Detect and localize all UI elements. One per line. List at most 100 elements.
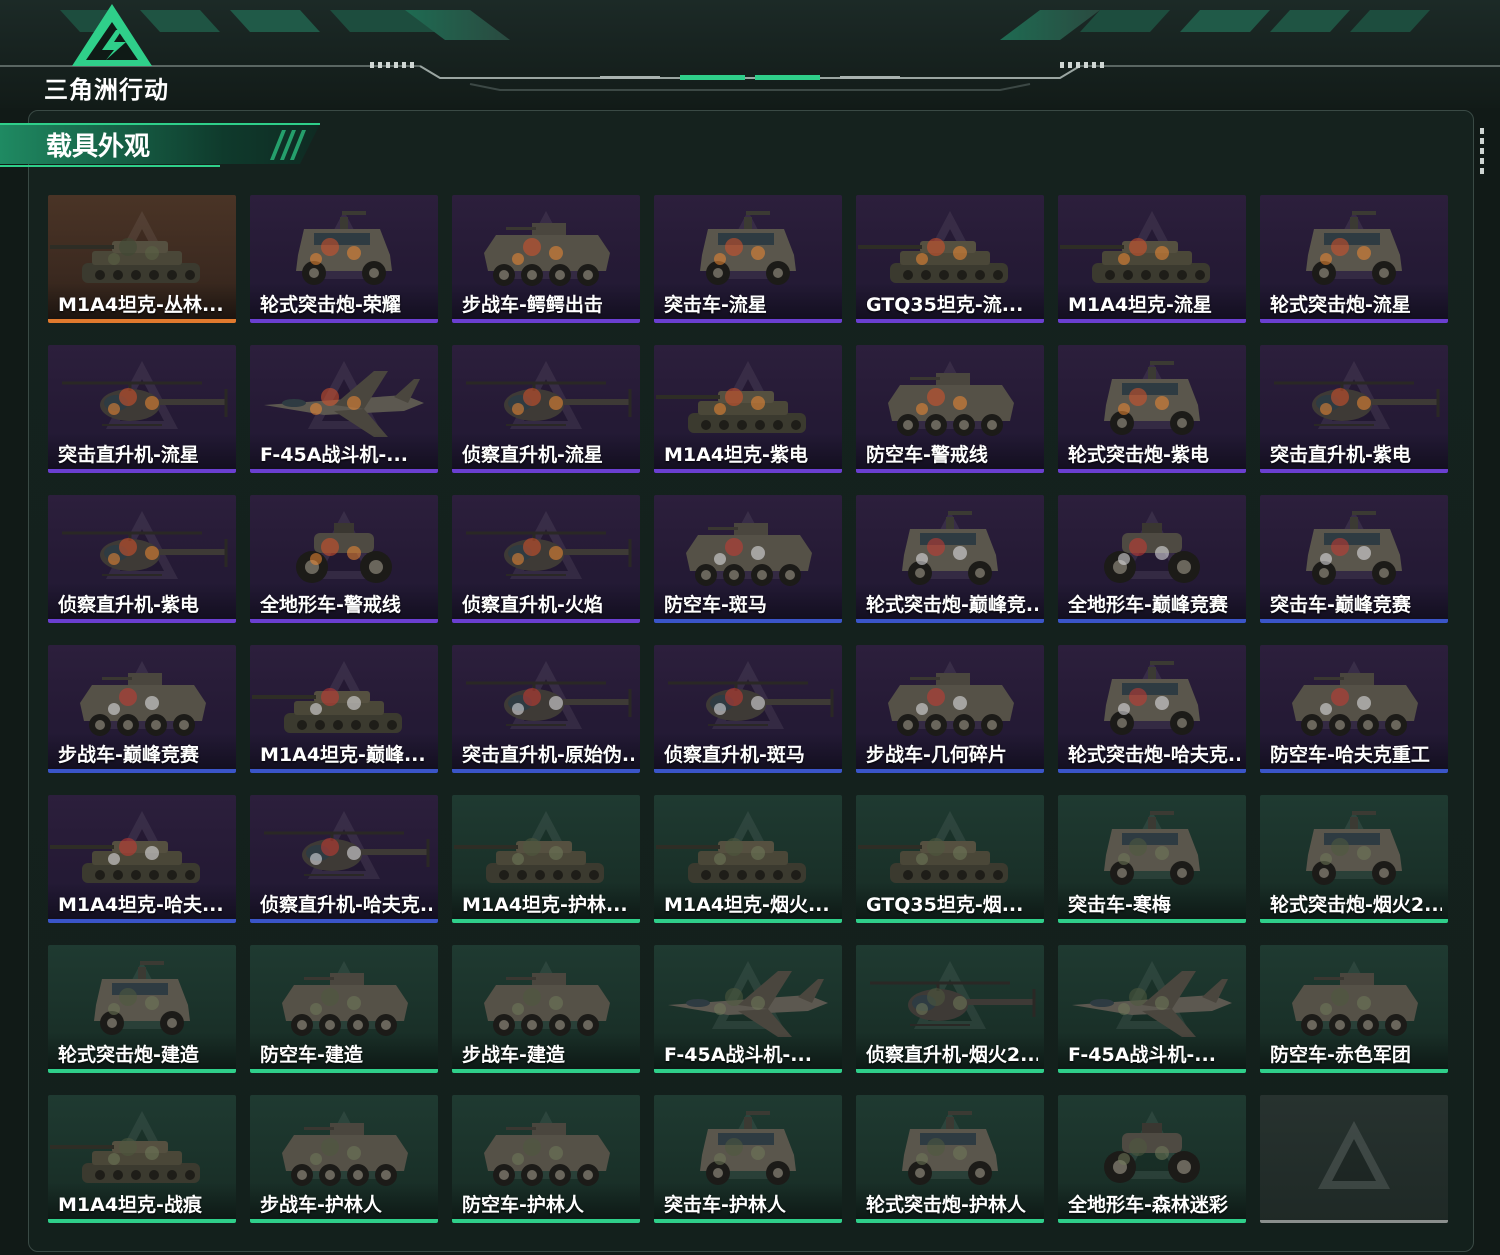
skin-card[interactable]: 步战车-鳄鳄出击: [452, 195, 640, 323]
skin-card[interactable]: 突击直升机-紫电: [1260, 345, 1448, 473]
skin-card-empty[interactable]: [1260, 1095, 1448, 1223]
rarity-bar: [48, 919, 236, 923]
skin-card[interactable]: 突击车-护林人: [654, 1095, 842, 1223]
skin-card[interactable]: 突击车-流星: [654, 195, 842, 323]
skin-card[interactable]: 突击直升机-流星: [48, 345, 236, 473]
rarity-bar: [1260, 319, 1448, 323]
skin-card-label: 步战车-巅峰竞赛: [58, 744, 199, 766]
rarity-bar: [856, 619, 1044, 623]
skin-card[interactable]: 全地形车-警戒线: [250, 495, 438, 623]
skin-card[interactable]: M1A4坦克-紫电: [654, 345, 842, 473]
skin-card[interactable]: M1A4坦克-丛林...: [48, 195, 236, 323]
rarity-bar: [452, 469, 640, 473]
skin-card-label: 全地形车-森林迷彩: [1068, 1194, 1228, 1216]
watermark-logo-icon: [1318, 1121, 1390, 1189]
skin-card-label: 步战车-建造: [462, 1044, 565, 1066]
skin-card[interactable]: 侦察直升机-斑马: [654, 645, 842, 773]
rarity-bar: [48, 769, 236, 773]
skin-card[interactable]: M1A4坦克-巅峰...: [250, 645, 438, 773]
skin-card[interactable]: 步战车-建造: [452, 945, 640, 1073]
skin-card-label: 侦察直升机-哈夫克...: [260, 894, 432, 916]
skin-card[interactable]: F-45A战斗机-...: [1058, 945, 1246, 1073]
skin-card-label: 步战车-护林人: [260, 1194, 382, 1216]
rarity-bar: [250, 619, 438, 623]
skin-card[interactable]: GTQ35坦克-流...: [856, 195, 1044, 323]
skin-card[interactable]: 防空车-护林人: [452, 1095, 640, 1223]
skin-card[interactable]: 防空车-赤色军团: [1260, 945, 1448, 1073]
skin-card[interactable]: 侦察直升机-火焰: [452, 495, 640, 623]
skin-card[interactable]: 突击车-巅峰竞赛: [1260, 495, 1448, 623]
skin-card-label: M1A4坦克-战痕: [58, 1194, 202, 1216]
skin-card[interactable]: 侦察直升机-哈夫克...: [250, 795, 438, 923]
rarity-bar: [1260, 1069, 1448, 1073]
skin-card-label: F-45A战斗机-...: [1068, 1044, 1216, 1066]
skin-card-label: 防空车-哈夫克重工: [1270, 744, 1430, 766]
skin-card[interactable]: 突击直升机-原始伪...: [452, 645, 640, 773]
rarity-bar: [856, 769, 1044, 773]
skin-card-label: 防空车-警戒线: [866, 444, 988, 466]
skin-card-label: 全地形车-警戒线: [260, 594, 401, 616]
skin-card[interactable]: 防空车-哈夫克重工: [1260, 645, 1448, 773]
rarity-bar: [48, 469, 236, 473]
skin-card[interactable]: F-45A战斗机-...: [654, 945, 842, 1073]
rarity-bar: [452, 919, 640, 923]
skin-card-label: 侦察直升机-紫电: [58, 594, 199, 616]
skin-card-label: F-45A战斗机-...: [260, 444, 408, 466]
skin-card[interactable]: F-45A战斗机-...: [250, 345, 438, 473]
skin-card[interactable]: 轮式突击炮-护林人: [856, 1095, 1044, 1223]
scroll-indicator[interactable]: [1480, 128, 1484, 178]
skin-card[interactable]: 步战车-护林人: [250, 1095, 438, 1223]
skin-card[interactable]: M1A4坦克-烟火...: [654, 795, 842, 923]
rarity-bar: [1260, 769, 1448, 773]
rarity-bar: [856, 919, 1044, 923]
skin-card[interactable]: 步战车-几何碎片: [856, 645, 1044, 773]
top-header: 三角洲行动: [0, 0, 1500, 108]
rarity-bar: [654, 469, 842, 473]
section-title: 载具外观: [46, 132, 151, 162]
skin-card[interactable]: M1A4坦克-护林...: [452, 795, 640, 923]
skin-card-label: M1A4坦克-护林...: [462, 894, 628, 916]
skin-card[interactable]: 防空车-警戒线: [856, 345, 1044, 473]
skin-card[interactable]: 步战车-巅峰竞赛: [48, 645, 236, 773]
rarity-bar: [654, 619, 842, 623]
skin-card[interactable]: 轮式突击炮-荣耀: [250, 195, 438, 323]
skin-card-label: GTQ35坦克-烟...: [866, 894, 1024, 916]
skin-card-label: 轮式突击炮-荣耀: [260, 294, 401, 316]
skin-card[interactable]: 轮式突击炮-流星: [1260, 195, 1448, 323]
skin-card[interactable]: 侦察直升机-烟火2...: [856, 945, 1044, 1073]
skin-card[interactable]: 防空车-建造: [250, 945, 438, 1073]
skin-card[interactable]: 突击车-寒梅: [1058, 795, 1246, 923]
rarity-bar: [452, 1219, 640, 1223]
skin-card-label: 步战车-鳄鳄出击: [462, 294, 603, 316]
skin-card[interactable]: 轮式突击炮-烟火2...: [1260, 795, 1448, 923]
skin-card-label: F-45A战斗机-...: [664, 1044, 812, 1066]
skin-card-label: 全地形车-巅峰竞赛: [1068, 594, 1228, 616]
rarity-bar: [1260, 619, 1448, 623]
skin-card[interactable]: 轮式突击炮-巅峰竞...: [856, 495, 1044, 623]
rarity-bar: [48, 1219, 236, 1223]
rarity-bar: [1058, 469, 1246, 473]
skin-card[interactable]: 侦察直升机-紫电: [48, 495, 236, 623]
skin-card[interactable]: 轮式突击炮-建造: [48, 945, 236, 1073]
skin-card[interactable]: 轮式突击炮-哈夫克...: [1058, 645, 1246, 773]
skin-card[interactable]: 轮式突击炮-紫电: [1058, 345, 1246, 473]
rarity-bar: [856, 1219, 1044, 1223]
skin-card[interactable]: 侦察直升机-流星: [452, 345, 640, 473]
skin-card[interactable]: M1A4坦克-战痕: [48, 1095, 236, 1223]
skin-card[interactable]: GTQ35坦克-烟...: [856, 795, 1044, 923]
skin-card[interactable]: M1A4坦克-哈夫...: [48, 795, 236, 923]
skin-card-label: 轮式突击炮-建造: [58, 1044, 199, 1066]
skin-card-label: M1A4坦克-紫电: [664, 444, 808, 466]
rarity-bar: [1260, 1220, 1448, 1223]
skin-card[interactable]: 全地形车-巅峰竞赛: [1058, 495, 1246, 623]
skin-card-label: 侦察直升机-烟火2...: [866, 1044, 1038, 1066]
skin-card[interactable]: 全地形车-森林迷彩: [1058, 1095, 1246, 1223]
rarity-bar: [452, 319, 640, 323]
skin-card-label: 突击直升机-流星: [58, 444, 199, 466]
rarity-bar: [1058, 1069, 1246, 1073]
rarity-bar: [1058, 1219, 1246, 1223]
rarity-bar: [452, 1069, 640, 1073]
rarity-bar: [654, 1219, 842, 1223]
skin-card[interactable]: M1A4坦克-流星: [1058, 195, 1246, 323]
skin-card[interactable]: 防空车-斑马: [654, 495, 842, 623]
